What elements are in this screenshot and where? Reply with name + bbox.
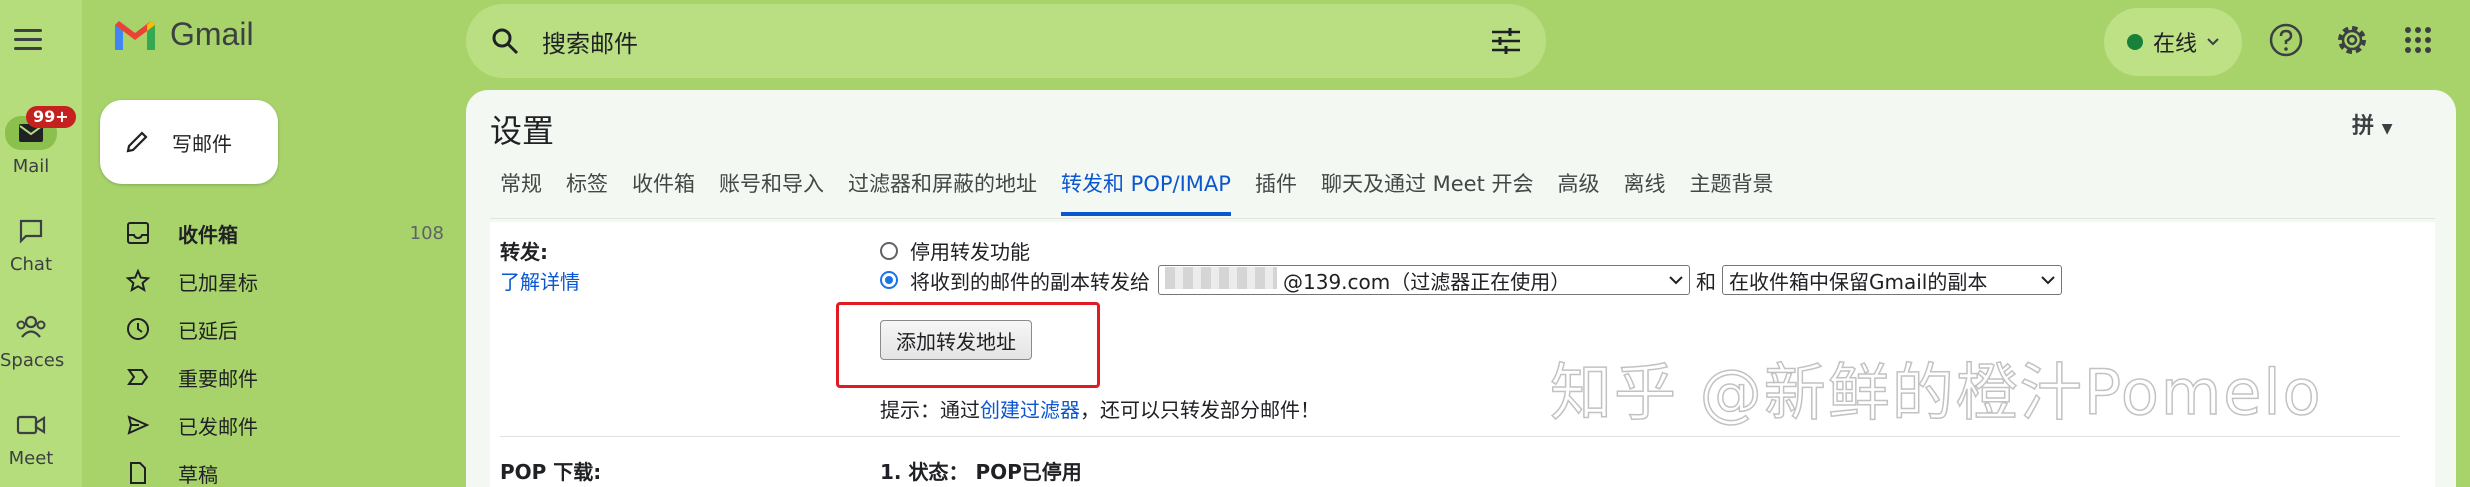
forwarding-heading: 转发: [500, 240, 548, 264]
page-title: 设置 [490, 112, 555, 150]
input-tools-label: 拼 [2352, 114, 2375, 139]
rail-item-meet[interactable]: Meet [0, 408, 62, 469]
add-forwarding-address-button[interactable]: 添加转发地址 [880, 320, 1032, 360]
rail-label-chat: Chat [9, 254, 53, 275]
search-bar[interactable]: 搜索邮件 [466, 4, 1546, 78]
nav-item-important[interactable]: 重要邮件 [124, 354, 444, 400]
star-icon [124, 267, 152, 295]
apps-grid-icon[interactable] [2400, 22, 2436, 58]
forwarding-tip: 提示：通过 创建过滤器 ，还可以只转发部分邮件！ [880, 394, 1320, 423]
nav-label: 重要邮件 [178, 366, 258, 391]
nav-item-starred[interactable]: 已加星标 [124, 258, 444, 304]
rail-item-chat[interactable]: Chat [0, 214, 62, 275]
learn-more-link[interactable]: 了解详情 [500, 266, 580, 295]
forward-copy-label: 将收到的邮件的副本转发给 [910, 269, 1150, 294]
nav-label: 已加星标 [178, 270, 258, 295]
tip-prefix: 提示：通过 [880, 398, 980, 422]
pencil-icon [126, 131, 148, 153]
radio-disable-forwarding[interactable] [880, 241, 898, 260]
gmail-logo-icon [115, 20, 155, 50]
compose-button[interactable]: 写邮件 [100, 100, 278, 184]
rail-item-spaces[interactable]: Spaces [0, 310, 65, 371]
tab-inbox[interactable]: 收件箱 [632, 168, 695, 216]
status-selector[interactable]: 在线 [2104, 8, 2242, 76]
video-camera-icon [14, 408, 48, 442]
unread-badge: 99+ [26, 106, 76, 128]
forward-address-value: @139.com（过滤器正在使用） [1283, 269, 1571, 294]
tab-chat-meet[interactable]: 聊天及通过 Meet 开会 [1321, 168, 1534, 216]
nav-label: 草稿 [178, 462, 218, 487]
watermark: 知乎 @新鲜的橙汁Pomelo [1549, 355, 2323, 430]
input-tools-button[interactable]: 拼 ▼ [2352, 108, 2392, 140]
online-dot-icon [2126, 34, 2143, 50]
spaces-icon [14, 310, 48, 344]
disable-forwarding-option[interactable]: 停用转发功能 [880, 236, 1030, 265]
caret-down-icon: ▼ [2381, 121, 2393, 137]
pop-status: 1. 状态： POP已停用 [880, 460, 1082, 484]
nav-label: 收件箱 [178, 222, 238, 247]
settings-gear-icon[interactable] [2334, 22, 2370, 58]
chevron-down-icon [2207, 38, 2219, 46]
and-label: 和 [1696, 269, 1716, 294]
gmail-logo[interactable]: Gmail [112, 16, 254, 53]
chat-icon [14, 214, 48, 248]
app-name: Gmail [170, 16, 254, 52]
tab-filters[interactable]: 过滤器和屏蔽的地址 [848, 168, 1037, 216]
settings-tabs: 常规 标签 收件箱 账号和导入 过滤器和屏蔽的地址 转发和 POP/IMAP 插… [500, 168, 1798, 216]
inbox-icon [124, 219, 152, 247]
nav-item-inbox[interactable]: 收件箱 108 [124, 210, 444, 256]
redacted-address [1165, 266, 1277, 289]
chevron-down-icon [1669, 275, 1683, 284]
rail-label-mail: Mail [12, 156, 50, 177]
pop-heading: POP 下载: [500, 460, 602, 484]
section-divider [500, 436, 2400, 437]
rail-label-spaces: Spaces [0, 350, 65, 371]
draft-file-icon [124, 459, 152, 487]
disable-forwarding-label: 停用转发功能 [910, 240, 1030, 264]
tab-general[interactable]: 常规 [500, 168, 542, 216]
chevron-down-icon [2041, 275, 2055, 284]
tab-forwarding[interactable]: 转发和 POP/IMAP [1061, 168, 1231, 216]
tab-offline[interactable]: 离线 [1624, 168, 1666, 216]
nav-item-sent[interactable]: 已发邮件 [124, 402, 444, 448]
clock-icon [124, 315, 152, 343]
tab-addons[interactable]: 插件 [1255, 168, 1297, 216]
important-label-icon [124, 363, 152, 391]
main-menu-icon[interactable] [14, 22, 48, 56]
tab-advanced[interactable]: 高级 [1558, 168, 1600, 216]
status-label: 在线 [2152, 32, 2197, 57]
inbox-count: 108 [409, 222, 444, 244]
rail-label-meet: Meet [8, 448, 54, 469]
forward-address-select[interactable]: @139.com（过滤器正在使用） [1158, 265, 1690, 295]
send-icon [124, 411, 152, 439]
search-options-icon[interactable] [1490, 26, 1522, 56]
help-icon[interactable] [2268, 22, 2304, 58]
create-filter-link[interactable]: 创建过滤器 [980, 394, 1080, 423]
tab-accounts[interactable]: 账号和导入 [719, 168, 824, 216]
radio-forward-copy[interactable] [880, 271, 898, 289]
keep-copy-select[interactable]: 在收件箱中保留Gmail的副本 [1722, 265, 2062, 295]
nav-item-drafts[interactable]: 草稿 [124, 450, 444, 487]
search-input[interactable]: 搜索邮件 [542, 24, 1490, 59]
forward-copy-option[interactable]: 将收到的邮件的副本转发给 @139.com（过滤器正在使用） 和 在收件箱中保留… [880, 265, 2062, 295]
tip-suffix: ，还可以只转发部分邮件！ [1080, 398, 1320, 422]
nav-label: 已延后 [178, 318, 238, 343]
compose-label: 写邮件 [172, 131, 232, 156]
tabs-divider [490, 218, 2435, 219]
tab-themes[interactable]: 主题背景 [1690, 168, 1774, 216]
tab-labels[interactable]: 标签 [566, 168, 608, 216]
search-icon[interactable] [490, 26, 520, 56]
keep-copy-value: 在收件箱中保留Gmail的副本 [1729, 269, 1988, 294]
nav-item-snoozed[interactable]: 已延后 [124, 306, 444, 352]
nav-label: 已发邮件 [178, 414, 258, 439]
